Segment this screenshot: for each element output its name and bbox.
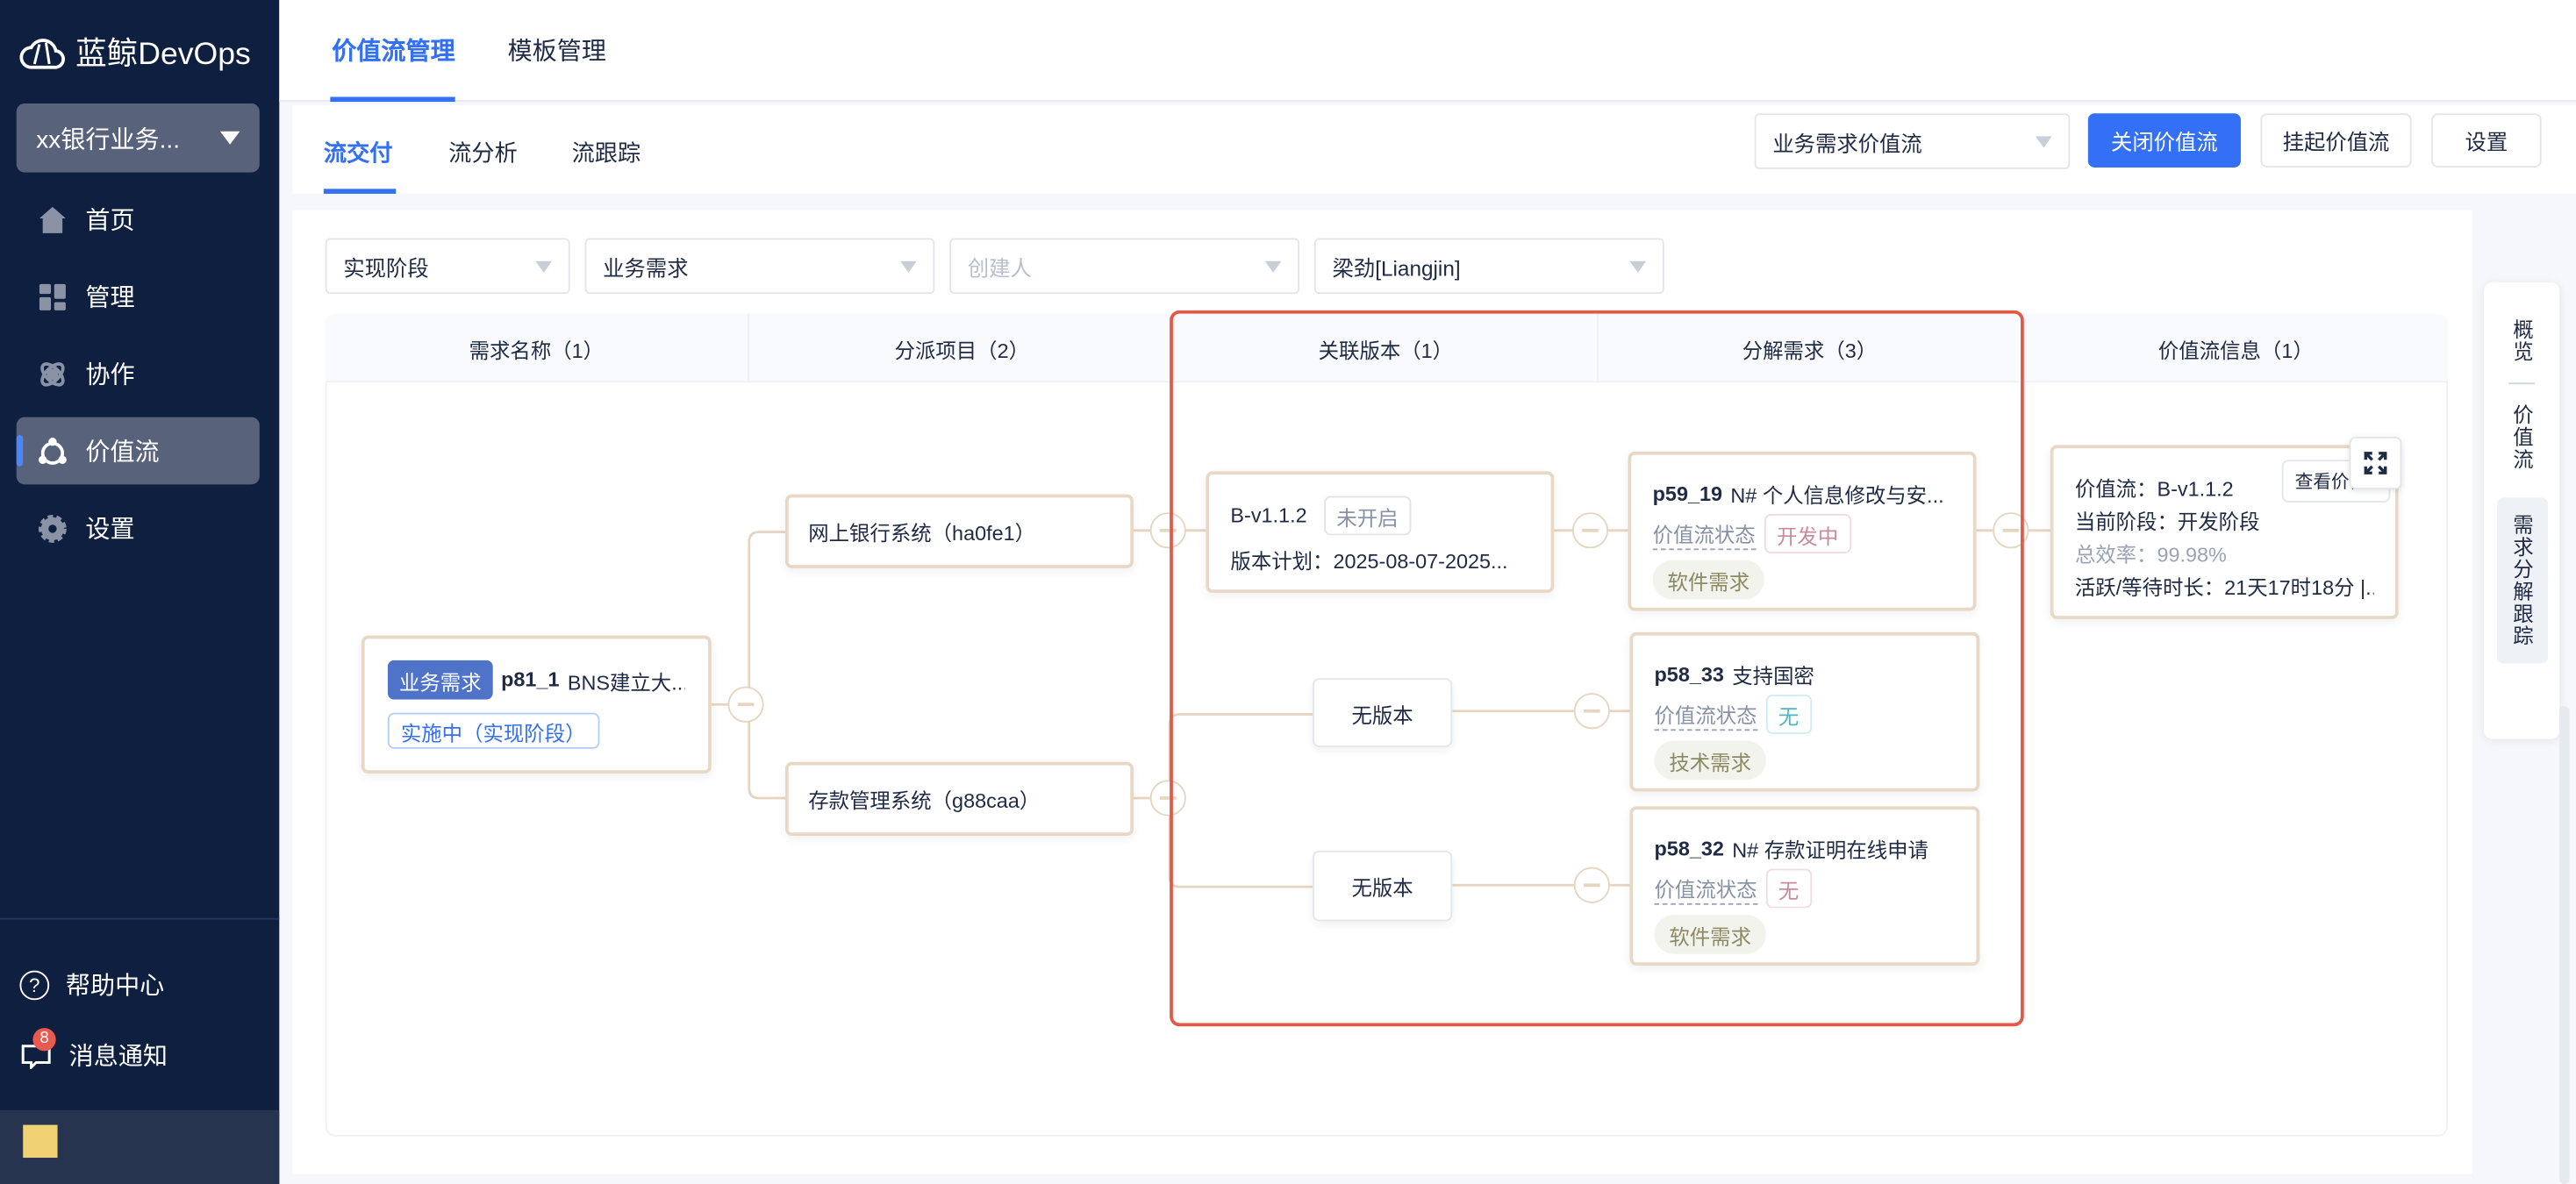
highlight-box xyxy=(1170,310,2024,1027)
collapse-toggle[interactable] xyxy=(727,686,764,723)
divider xyxy=(2508,382,2536,385)
side-panel: 概览 价值流 需求分解跟踪 xyxy=(2484,282,2560,739)
type-tag: 业务需求 xyxy=(387,660,493,700)
requirement-title: BNS建立大... xyxy=(567,670,685,695)
requirement-id: p81_1 xyxy=(501,668,560,692)
info-stage: 当前阶段：开发阶段 xyxy=(2074,510,2260,534)
project-card[interactable]: 存款管理系统（g88caa） xyxy=(785,761,1134,837)
info-efficiency: 总效率：99.98% xyxy=(2074,543,2227,567)
scrollbar[interactable] xyxy=(2559,706,2570,1184)
info-duration: 活跃/等待时长：21天17时18分 |... xyxy=(2074,576,2374,600)
fullscreen-button[interactable] xyxy=(2349,437,2402,489)
side-tab-overview[interactable]: 概览 xyxy=(2506,318,2537,363)
project-name: 网上银行系统（ha0fe1） xyxy=(808,522,1036,546)
side-tab-value-stream[interactable]: 价值流 xyxy=(2506,404,2537,471)
expand-icon xyxy=(2364,452,2387,474)
project-card[interactable]: 网上银行系统（ha0fe1） xyxy=(785,494,1134,568)
project-name: 存款管理系统（g88caa） xyxy=(808,789,1041,813)
status-tag: 实施中（实现阶段） xyxy=(387,712,599,749)
requirement-root-card[interactable]: 业务需求 p81_1 BNS建立大... 实施中（实现阶段） xyxy=(361,635,712,774)
side-tab-requirement-tracking[interactable]: 需求分解跟踪 xyxy=(2496,496,2548,663)
